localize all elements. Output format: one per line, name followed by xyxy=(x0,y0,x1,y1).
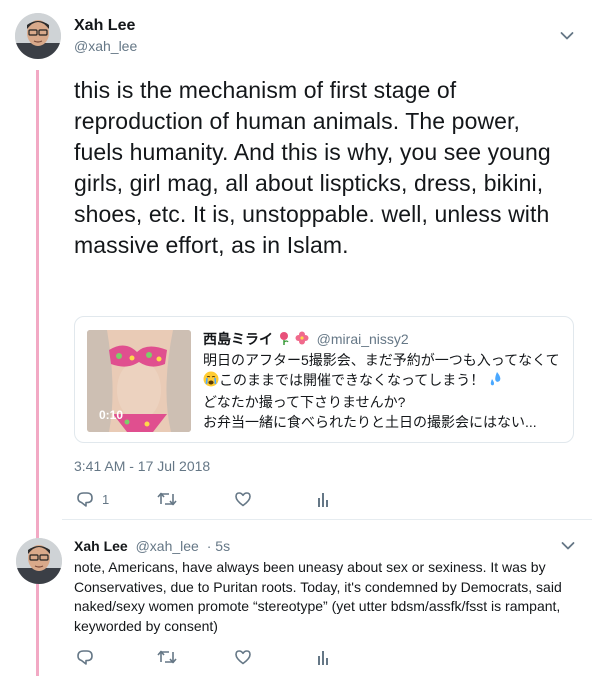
quoted-text-line: 明日のアフター5撮影会、まだ予約が一つも入ってなくて xyxy=(203,352,560,369)
heart-icon xyxy=(234,648,252,666)
reply-text-line: Conservatives, due to Puritan roots. Tod… xyxy=(74,578,562,595)
retweet-icon xyxy=(156,648,178,666)
sweat-drops-icon xyxy=(488,371,504,392)
avatar[interactable] xyxy=(16,538,62,584)
analytics-button[interactable] xyxy=(316,489,330,509)
quoted-text-line: このままでは開催できなくなってしまう！ xyxy=(203,370,563,392)
retweet-button[interactable] xyxy=(156,489,178,509)
reply-author-handle[interactable]: @xah_lee xyxy=(136,538,199,554)
reply-icon xyxy=(76,490,94,508)
quoted-tweet-header: 西島ミライ @mirai_nissy2 xyxy=(203,329,563,350)
quoted-tweet-card[interactable]: 0:10 西島ミライ @mirai_nissy2 明日のアフター5撮影会、まだ予… xyxy=(74,316,574,443)
quoted-author-handle[interactable]: @mirai_nissy2 xyxy=(317,331,409,347)
retweet-button[interactable] xyxy=(156,647,178,667)
heart-icon xyxy=(234,490,252,508)
reply-text: note, Americans, have always been uneasy… xyxy=(74,558,574,636)
reply-tweet-actions xyxy=(74,647,374,667)
chevron-down-icon[interactable] xyxy=(560,31,574,41)
video-duration: 0:10 xyxy=(99,408,124,422)
reply-icon xyxy=(76,648,94,666)
tweet-timestamp[interactable]: 3:41 AM - 17 Jul 2018 xyxy=(74,458,210,474)
thread-connector-line xyxy=(36,70,39,676)
tweet-text: this is the mechanism of first stage of … xyxy=(74,77,551,258)
quoted-author-name[interactable]: 西島ミライ xyxy=(203,331,273,347)
author-name[interactable]: Xah Lee xyxy=(74,17,135,35)
analytics-icon xyxy=(316,648,330,666)
chevron-down-icon[interactable] xyxy=(561,541,575,551)
like-button[interactable] xyxy=(234,647,252,667)
reply-header: Xah Lee @xah_lee · 5s xyxy=(74,538,230,554)
quoted-text-segment: このままでは開催できなくなってしまう！ xyxy=(219,372,485,389)
crying-face-icon xyxy=(203,371,219,392)
reply-text-line: naked/sexy women promote “stereotype” (y… xyxy=(74,598,561,614)
author-handle[interactable]: @xah_lee xyxy=(74,38,137,54)
tweet-actions: 1 xyxy=(74,489,374,509)
reply-button[interactable]: 1 xyxy=(76,489,109,509)
quoted-tweet-body: 西島ミライ @mirai_nissy2 明日のアフター5撮影会、まだ予約が一つも… xyxy=(203,329,563,432)
quoted-text-line: どなたか撮って下さりませんか? xyxy=(203,394,406,411)
analytics-button[interactable] xyxy=(316,647,330,667)
retweet-icon xyxy=(156,490,178,508)
avatar[interactable] xyxy=(15,13,61,59)
reply-time[interactable]: · 5s xyxy=(207,538,230,554)
rose-icon xyxy=(277,330,291,350)
divider xyxy=(62,519,592,520)
reply-text-line: keyworded by consent) xyxy=(74,617,218,634)
reply-count: 1 xyxy=(102,491,110,507)
reply-button[interactable] xyxy=(76,647,94,667)
analytics-icon xyxy=(316,490,330,508)
video-thumbnail[interactable]: 0:10 xyxy=(87,330,191,432)
tweet-thread: Xah Lee @xah_lee this is the mechanism o… xyxy=(0,0,592,676)
like-button[interactable] xyxy=(234,489,252,509)
quoted-text-line: お弁当一緒に食べられたりと土日の撮影会にはない... xyxy=(203,414,537,431)
hibiscus-icon xyxy=(295,330,309,350)
reply-text-line: note, Americans, have always been uneasy… xyxy=(74,559,546,575)
reply-author-name[interactable]: Xah Lee xyxy=(74,538,128,554)
